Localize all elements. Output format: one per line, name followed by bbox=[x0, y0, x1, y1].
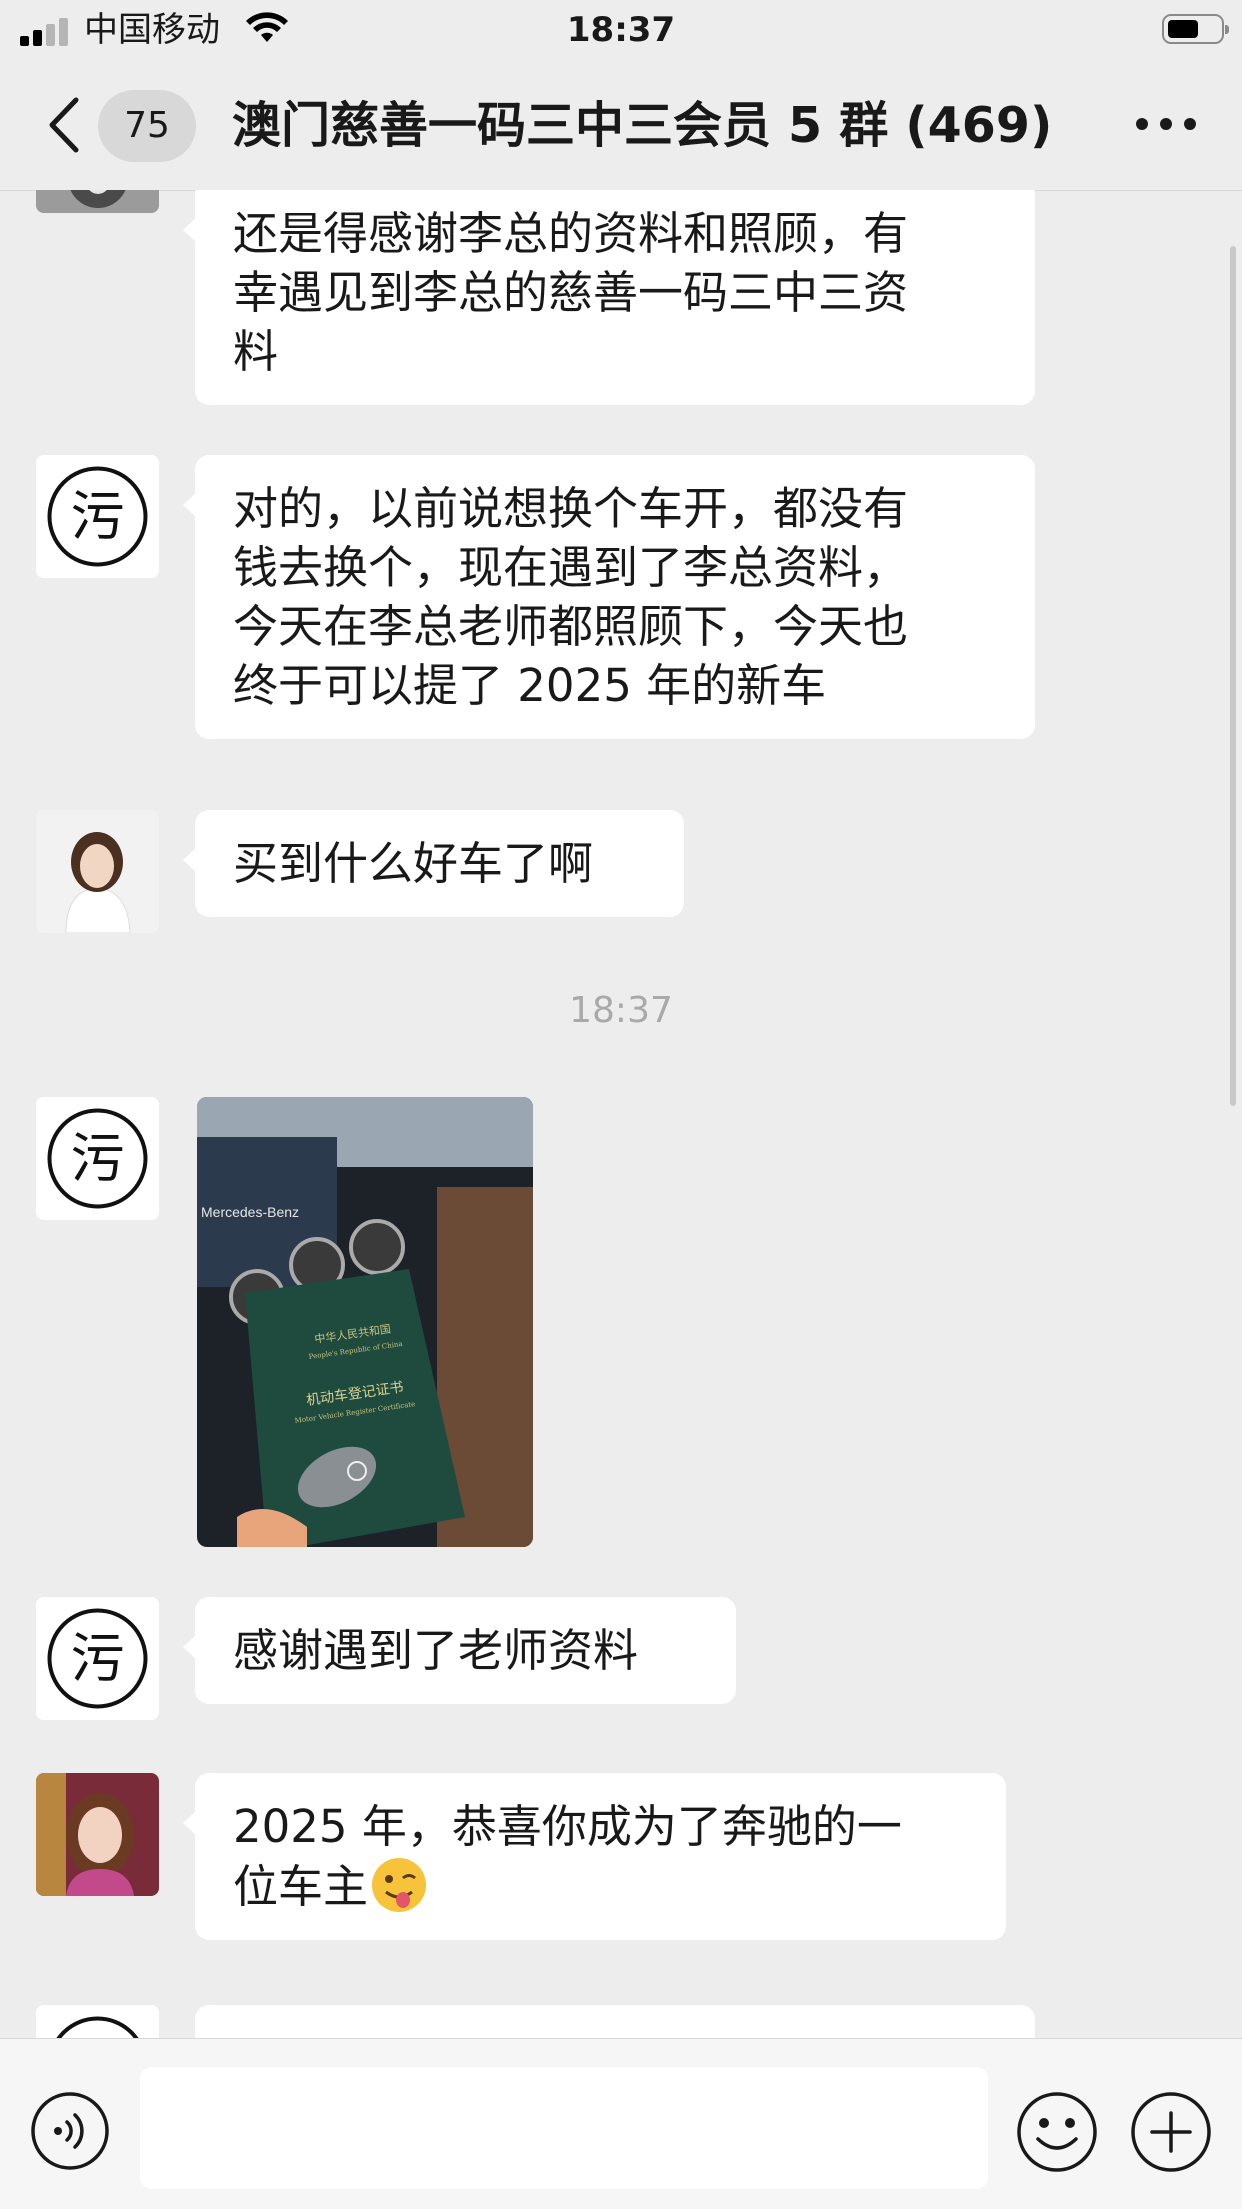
message-input[interactable] bbox=[140, 2067, 988, 2189]
avatar-glyph[interactable]: 污 bbox=[36, 1597, 159, 1720]
avatar-glyph-text: 污 bbox=[71, 485, 125, 548]
winking-tongue-emoji-icon bbox=[372, 1858, 427, 1912]
time-divider: 18:37 bbox=[569, 990, 673, 1031]
chat-title: 澳门慈善一码三中三会员 5 群 (469) bbox=[232, 97, 1053, 154]
car-registration-photo[interactable]: Mercedes-Benz 中华人民共和国 People's Republic … bbox=[197, 1097, 533, 1547]
avatar-glyph-text: 污 bbox=[71, 1127, 125, 1190]
status-bar: 中国移动 18:37 bbox=[0, 0, 1242, 62]
avatar-woman[interactable] bbox=[36, 810, 159, 933]
status-time: 18:37 bbox=[566, 10, 676, 50]
dashboard-brand-text: Mercedes-Benz bbox=[201, 1204, 299, 1220]
message-bubble[interactable]: 买到什么好车了啊 bbox=[183, 810, 684, 917]
input-bar bbox=[0, 2038, 1242, 2209]
avatar-glyph[interactable]: 污 bbox=[36, 455, 159, 578]
voice-icon[interactable] bbox=[30, 2091, 110, 2171]
message-bubble[interactable]: 对的，以前说想换个车开，都没有 钱去换个，现在遇到了李总资料， 今天在李总老师都… bbox=[183, 455, 1035, 739]
avatar-woman-2[interactable] bbox=[36, 1773, 159, 1896]
message-list[interactable]: 还是得感谢李总的资料和照顾，有 幸遇见到李总的慈善一码三中三资 料 污 对的，以… bbox=[0, 190, 1242, 2038]
more-options-icon[interactable] bbox=[1130, 106, 1202, 142]
avatar-glyph[interactable]: 污 bbox=[36, 1097, 159, 1220]
message-bubble[interactable]: 感谢遇到了老师资料 bbox=[183, 1597, 736, 1704]
avatar-cat[interactable] bbox=[36, 190, 159, 213]
smile-icon[interactable] bbox=[1016, 2091, 1098, 2173]
message-bubble[interactable]: 2025 年，恭喜你成为了奔驰的一 位车主 bbox=[183, 1773, 1006, 1940]
back-chevron-icon[interactable] bbox=[40, 92, 96, 158]
scrollbar[interactable] bbox=[1230, 246, 1236, 1106]
avatar-glyph-text: 污 bbox=[71, 1627, 125, 1690]
unread-count-badge[interactable]: 75 bbox=[98, 90, 196, 162]
message-bubble[interactable]: 还是得感谢李总的资料和照顾，有 幸遇见到李总的慈善一码三中三资 料 bbox=[183, 190, 1035, 405]
battery-icon bbox=[1162, 14, 1229, 44]
avatar-glyph[interactable] bbox=[36, 2005, 159, 2038]
chat-header: 75 澳门慈善一码三中三会员 5 群 (469) bbox=[0, 62, 1242, 191]
message-text: 2025 年，恭喜你成为了奔驰的一 位车主 bbox=[233, 1800, 902, 1913]
message-bubble[interactable] bbox=[195, 2005, 1035, 2038]
plus-icon[interactable] bbox=[1130, 2091, 1212, 2173]
